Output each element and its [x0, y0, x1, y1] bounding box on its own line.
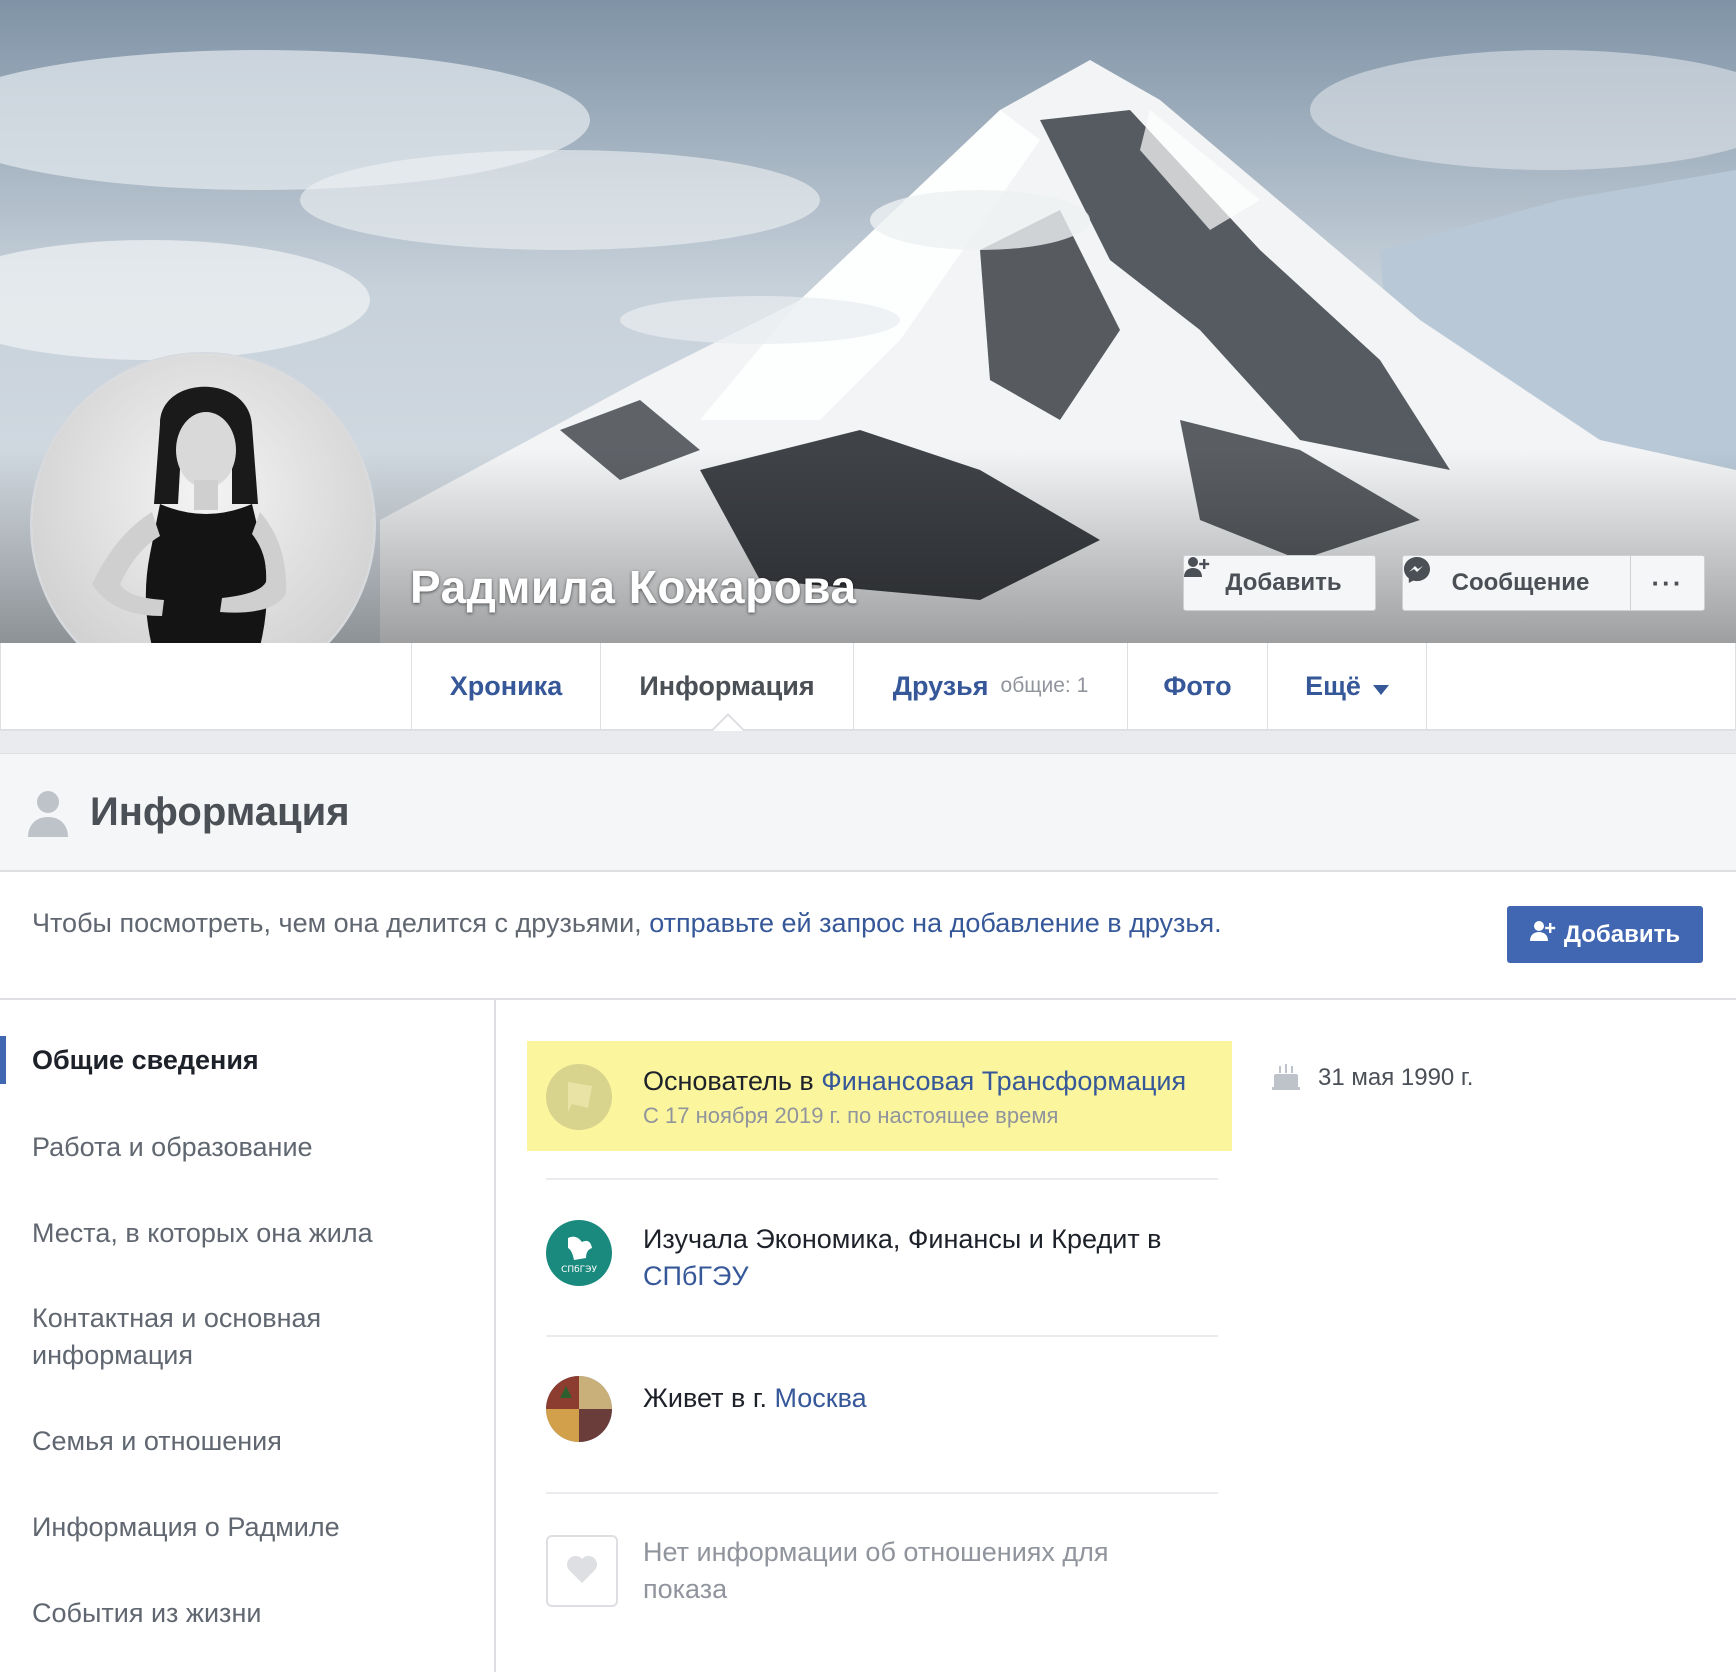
separator	[546, 1178, 1218, 1180]
location-entry: Живет в г. Москва	[643, 1380, 867, 1417]
menu-item-life-events[interactable]: События из жизни	[32, 1595, 261, 1632]
tab-timeline-label: Хроника	[449, 670, 563, 701]
birthday-text: 31 мая 1990 г.	[1318, 1064, 1474, 1091]
section-gap	[0, 731, 1736, 753]
company-link[interactable]: Финансовая Трансформация	[821, 1066, 1186, 1096]
profile-name[interactable]: Радмила Кожарова	[410, 560, 857, 614]
education-prefix: Изучала Экономика, Финансы и Кредит в	[643, 1224, 1162, 1254]
city-photo[interactable]	[546, 1376, 612, 1442]
tab-timeline[interactable]: Хроника	[411, 643, 600, 729]
request-prompt-text: Чтобы посмотреть, чем она делится с друз…	[32, 908, 1222, 939]
relationship-icon-box	[546, 1535, 618, 1607]
tab-more-label: Ещё	[1305, 670, 1361, 701]
add-friend-icon	[1529, 920, 1556, 949]
add-friend-primary-label: Добавить	[1563, 920, 1681, 948]
request-prompt-static: Чтобы посмотреть, чем она делится с друз…	[32, 908, 642, 938]
university-logo[interactable]: СПбГЭУ	[546, 1220, 612, 1286]
message-button-group: Сообщение ···	[1402, 555, 1705, 611]
menu-item-overview[interactable]: Общие сведения	[32, 1042, 259, 1079]
add-friend-button[interactable]: Добавить	[1183, 555, 1376, 611]
cake-icon	[1270, 1060, 1302, 1097]
add-friend-primary-button[interactable]: Добавить	[1507, 906, 1703, 963]
profile-tabs: Хроника Информация Друзья общие: 1 Фото …	[0, 643, 1736, 731]
menu-item-contact-info[interactable]: Контактная и основная информация	[32, 1300, 392, 1374]
university-logo-text: СПбГЭУ	[561, 1265, 597, 1275]
tab-friends[interactable]: Друзья общие: 1	[853, 643, 1127, 729]
relationship-text: Нет информации об отношениях для показа	[643, 1537, 1109, 1604]
person-icon	[26, 789, 70, 842]
tab-more[interactable]: Ещё	[1267, 643, 1427, 729]
friend-request-prompt: Чтобы посмотреть, чем она делится с друз…	[0, 872, 1736, 1000]
location-prefix: Живет в г.	[643, 1383, 767, 1413]
menu-item-work-education[interactable]: Работа и образование	[32, 1129, 313, 1166]
more-options-button[interactable]: ···	[1631, 556, 1704, 610]
menu-item-places[interactable]: Места, в которых она жила	[32, 1215, 373, 1252]
about-section-header: Информация	[0, 753, 1736, 872]
mutual-friends-count: общие: 1	[1000, 674, 1089, 697]
message-button[interactable]: Сообщение	[1403, 556, 1631, 610]
tab-photos-label: Фото	[1163, 670, 1232, 701]
active-menu-indicator	[0, 1036, 6, 1084]
caret-down-icon	[1372, 671, 1389, 702]
work-period: С 17 ноября 2019 г. по настоящее время	[643, 1103, 1059, 1128]
work-entry: Основатель в Финансовая Трансформация	[643, 1063, 1186, 1100]
city-link[interactable]: Москва	[774, 1383, 866, 1413]
tab-friends-label: Друзья	[892, 670, 989, 701]
more-options-label: ···	[1651, 567, 1684, 598]
menu-item-family[interactable]: Семья и отношения	[32, 1423, 282, 1460]
add-friend-label: Добавить	[1225, 569, 1342, 596]
separator	[546, 1335, 1218, 1337]
school-link[interactable]: СПбГЭУ	[643, 1261, 749, 1291]
education-entry: Изучала Экономика, Финансы и Кредит в СП…	[643, 1221, 1213, 1295]
menu-item-details[interactable]: Информация о Радмиле	[32, 1509, 340, 1546]
tab-about-label: Информация	[639, 670, 815, 701]
section-title: Информация	[90, 790, 350, 834]
separator	[546, 1492, 1218, 1494]
tab-photos[interactable]: Фото	[1127, 643, 1267, 729]
flag-icon	[546, 1064, 612, 1130]
send-request-link[interactable]: отправьте ей запрос на добавление в друз…	[649, 908, 1221, 938]
message-label: Сообщение	[1451, 569, 1590, 596]
work-prefix: Основатель в	[643, 1066, 814, 1096]
heart-icon	[566, 1554, 598, 1589]
